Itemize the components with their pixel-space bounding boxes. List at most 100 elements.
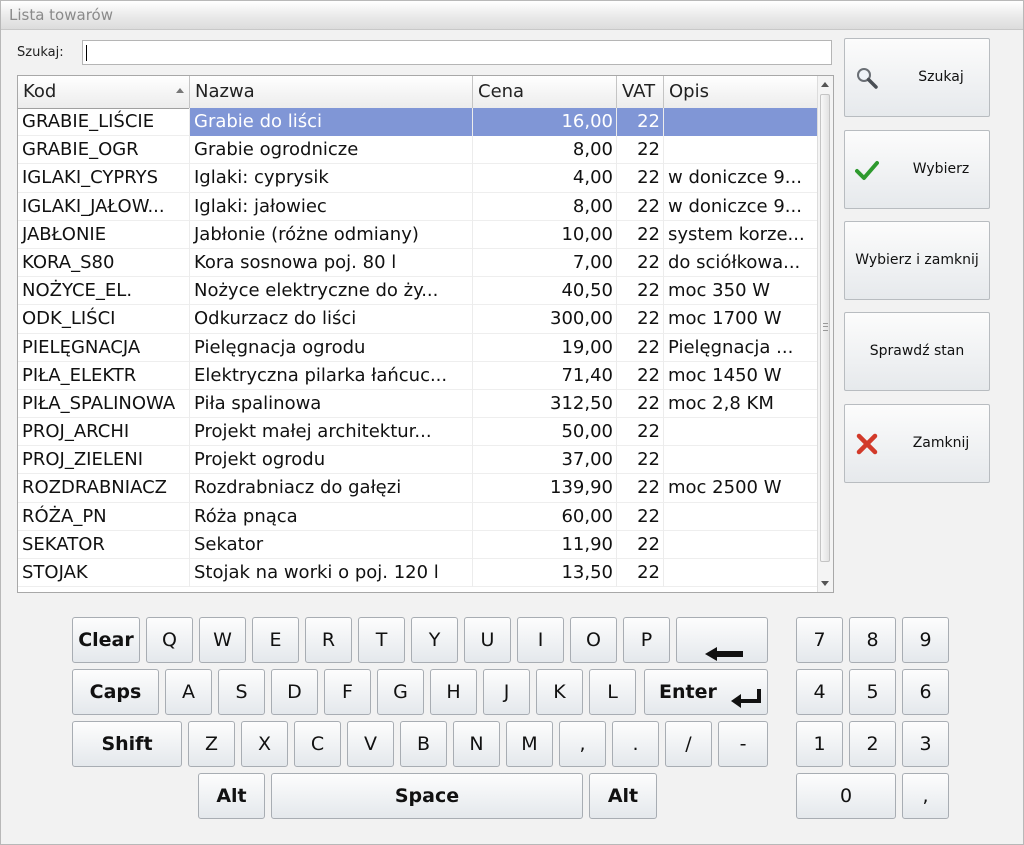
products-table: Kod Nazwa Cena VAT Opis GRABIE_LIŚCIE Gra… bbox=[17, 75, 834, 593]
cell-vat: 22 bbox=[617, 446, 664, 475]
key-slash[interactable]: / bbox=[665, 721, 712, 767]
numpad-key-2[interactable]: 2 bbox=[849, 721, 896, 767]
table-row[interactable]: PIŁA_ELEKTR Elektryczna pilarka łańcuc...… bbox=[18, 361, 818, 390]
key-j[interactable]: J bbox=[483, 669, 530, 715]
table-row[interactable]: PIELĘGNACJA Pielęgnacja ogrodu 19,00 22 Piel… bbox=[18, 333, 818, 362]
cell-nazwa: Jabłonie (różne odmiany) bbox=[190, 220, 473, 249]
key-n[interactable]: N bbox=[453, 721, 500, 767]
key-b[interactable]: B bbox=[400, 721, 447, 767]
table-row[interactable]: GRABIE_OGR Grabie ogrodnicze 8,00 22 bbox=[18, 136, 818, 165]
numpad-key-4[interactable]: 4 bbox=[796, 669, 843, 715]
search-button[interactable]: Szukaj bbox=[844, 38, 990, 117]
key-e[interactable]: E bbox=[252, 617, 299, 663]
key-alt-left[interactable]: Alt bbox=[198, 773, 265, 819]
key-p[interactable]: P bbox=[623, 617, 670, 663]
table-row[interactable]: KORA_S80 Kora sosnowa poj. 80 l 7,00 22 do s… bbox=[18, 248, 818, 278]
table-row[interactable]: RÓŻA_PN Róża pnąca 60,00 22 bbox=[18, 502, 818, 531]
cell-opis bbox=[664, 418, 818, 447]
key-h[interactable]: H bbox=[430, 669, 477, 715]
cell-vat: 22 bbox=[617, 530, 664, 559]
numpad-key-6[interactable]: 6 bbox=[902, 669, 949, 715]
checkmark-icon bbox=[855, 158, 879, 182]
key-f[interactable]: F bbox=[324, 669, 371, 715]
search-input[interactable] bbox=[82, 40, 832, 65]
column-header-vat[interactable]: VAT bbox=[617, 76, 664, 108]
table-body: GRABIE_LIŚCIE Grabie do liści 16,00 22 GRABI… bbox=[18, 108, 818, 588]
scroll-down-arrow-icon[interactable] bbox=[821, 581, 829, 586]
numpad-key-7[interactable]: 7 bbox=[796, 617, 843, 663]
cell-cena: 10,00 bbox=[473, 220, 617, 249]
table-row[interactable]: IGLAKI_CYPRYS Iglaki: cyprysik 4,00 22 w don… bbox=[18, 164, 818, 193]
key-comma[interactable]: , bbox=[559, 721, 606, 767]
cell-opis: w doniczce 9... bbox=[664, 164, 818, 193]
numpad-key-1[interactable]: 1 bbox=[796, 721, 843, 767]
cell-kod: JABŁONIE bbox=[18, 220, 190, 249]
table-row[interactable]: SEKATOR Sekator 11,90 22 bbox=[18, 530, 818, 559]
scrollbar-thumb[interactable] bbox=[820, 94, 830, 562]
cell-opis: moc 2,8 KM bbox=[664, 389, 818, 418]
key-caps[interactable]: Caps bbox=[72, 669, 159, 715]
numpad-key-9[interactable]: 9 bbox=[902, 617, 949, 663]
close-button[interactable]: Zamknij bbox=[844, 404, 990, 483]
scroll-up-arrow-icon[interactable] bbox=[821, 82, 829, 87]
key-clear[interactable]: Clear bbox=[72, 617, 140, 663]
cell-nazwa: Grabie ogrodnicze bbox=[190, 136, 473, 165]
table-row[interactable]: STOJAK Stojak na worki o poj. 120 l 13,50 2… bbox=[18, 559, 818, 588]
table-row[interactable]: JABŁONIE Jabłonie (różne odmiany) 10,00 22 s… bbox=[18, 220, 818, 249]
key-i[interactable]: I bbox=[517, 617, 564, 663]
key-c[interactable]: C bbox=[294, 721, 341, 767]
numpad-key-decimal[interactable]: , bbox=[902, 773, 949, 819]
column-header-kod[interactable]: Kod bbox=[18, 76, 190, 108]
key-y[interactable]: Y bbox=[411, 617, 458, 663]
key-z[interactable]: Z bbox=[188, 721, 235, 767]
numpad-key-3[interactable]: 3 bbox=[902, 721, 949, 767]
key-m[interactable]: M bbox=[506, 721, 553, 767]
key-space[interactable]: Space bbox=[271, 773, 583, 819]
magnifier-icon bbox=[855, 66, 879, 90]
cell-kod: IGLAKI_JAŁOW... bbox=[18, 192, 190, 221]
select-and-close-button[interactable]: Wybierz i zamknij bbox=[844, 221, 990, 300]
key-d[interactable]: D bbox=[271, 669, 318, 715]
key-shift[interactable]: Shift bbox=[72, 721, 182, 767]
key-a[interactable]: A bbox=[165, 669, 212, 715]
table-row[interactable]: PROJ_ZIELENI Projekt ogrodu 37,00 22 bbox=[18, 446, 818, 475]
column-header-opis[interactable]: Opis bbox=[664, 76, 818, 108]
key-s[interactable]: S bbox=[218, 669, 265, 715]
key-u[interactable]: U bbox=[464, 617, 511, 663]
key-o[interactable]: O bbox=[570, 617, 617, 663]
key-g[interactable]: G bbox=[377, 669, 424, 715]
numpad-key-5[interactable]: 5 bbox=[849, 669, 896, 715]
column-header-nazwa[interactable]: Nazwa bbox=[190, 76, 473, 108]
key-alt-right[interactable]: Alt bbox=[589, 773, 657, 819]
cell-cena: 37,00 bbox=[473, 446, 617, 475]
table-row[interactable]: IGLAKI_JAŁOW... Iglaki: jałowiec 8,00 22 w d… bbox=[18, 192, 818, 221]
sort-ascending-icon bbox=[176, 88, 184, 93]
table-row[interactable]: GRABIE_LIŚCIE Grabie do liści 16,00 22 bbox=[18, 108, 818, 137]
key-x[interactable]: X bbox=[241, 721, 288, 767]
check-stock-button[interactable]: Sprawdź stan bbox=[844, 312, 990, 391]
table-row[interactable]: ODK_LIŚCI Odkurzacz do liści 300,00 22 moc 1… bbox=[18, 305, 818, 334]
key-backspace[interactable] bbox=[676, 617, 768, 663]
key-minus[interactable]: - bbox=[718, 721, 768, 767]
table-row[interactable]: PROJ_ARCHI Projekt małej architektur... 50… bbox=[18, 418, 818, 447]
numpad-key-8[interactable]: 8 bbox=[849, 617, 896, 663]
key-r[interactable]: R bbox=[305, 617, 352, 663]
key-l[interactable]: L bbox=[589, 669, 636, 715]
column-header-cena[interactable]: Cena bbox=[473, 76, 617, 108]
key-t[interactable]: T bbox=[358, 617, 405, 663]
numpad-key-0[interactable]: 0 bbox=[796, 773, 896, 819]
key-enter[interactable]: Enter bbox=[644, 669, 768, 715]
key-q[interactable]: Q bbox=[146, 617, 193, 663]
key-period[interactable]: . bbox=[612, 721, 659, 767]
column-header-label: VAT bbox=[622, 81, 656, 102]
cell-nazwa: Iglaki: jałowiec bbox=[190, 192, 473, 221]
vertical-scrollbar[interactable] bbox=[817, 76, 833, 592]
table-row[interactable]: NOŻYCE_EL. Nożyce elektryczne do ży... 40,… bbox=[18, 277, 818, 306]
key-v[interactable]: V bbox=[347, 721, 394, 767]
select-button[interactable]: Wybierz bbox=[844, 130, 990, 209]
key-k[interactable]: K bbox=[536, 669, 583, 715]
table-row[interactable]: ROZDRABNIACZ Rozdrabniacz do gałęzi 139,90… bbox=[18, 474, 818, 503]
table-row[interactable]: PIŁA_SPALINOWA Piła spalinowa 312,50 22 moc … bbox=[18, 389, 818, 419]
cell-nazwa: Kora sosnowa poj. 80 l bbox=[190, 248, 473, 277]
key-w[interactable]: W bbox=[199, 617, 246, 663]
